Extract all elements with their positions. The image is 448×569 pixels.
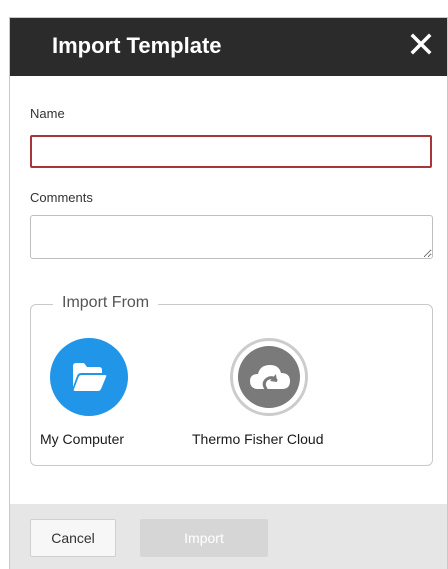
dialog-title: Import Template [52, 33, 222, 58]
import-button[interactable]: Import [140, 519, 268, 557]
comments-label: Comments [30, 190, 93, 205]
thermo-fisher-cloud-option[interactable]: Thermo Fisher Cloud [190, 338, 370, 453]
import-template-dialog: Import Template Name Comments Import Fro… [10, 18, 447, 569]
cloud-circle [230, 338, 308, 416]
thermo-fisher-cloud-label: Thermo Fisher Cloud [192, 431, 324, 447]
my-computer-circle [50, 338, 128, 416]
cancel-button[interactable]: Cancel [30, 519, 116, 557]
close-icon[interactable] [407, 30, 435, 58]
name-label: Name [30, 106, 65, 121]
my-computer-label: My Computer [40, 431, 125, 447]
my-computer-option[interactable]: My Computer [30, 338, 170, 453]
cloud-upload-icon [250, 365, 290, 391]
dialog-header: Import Template [10, 18, 447, 76]
name-input[interactable] [30, 135, 432, 168]
folder-icon [73, 363, 107, 391]
comments-textarea[interactable] [30, 215, 433, 259]
dialog-footer: Cancel Import [10, 504, 447, 569]
import-from-legend: Import From [53, 294, 159, 312]
